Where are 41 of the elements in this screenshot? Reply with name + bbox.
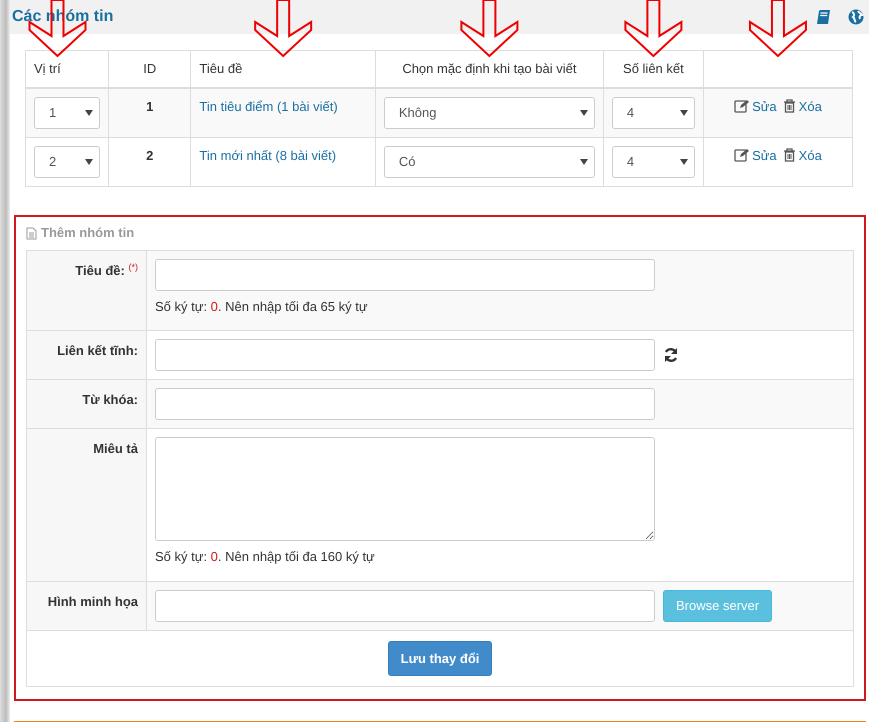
save-button[interactable]: Lưu thay đổi <box>388 640 492 676</box>
book-icon[interactable] <box>816 9 832 25</box>
field-label: Liên kết tĩnh: <box>57 343 138 358</box>
default-select[interactable]: Có <box>384 146 595 178</box>
links-select[interactable]: 4 <box>612 146 695 178</box>
caret-icon <box>680 158 688 164</box>
text-area[interactable] <box>155 437 655 541</box>
refresh-icon[interactable] <box>663 347 679 363</box>
table-cell: 2 <box>108 137 191 186</box>
form-title: Thêm nhóm tin <box>41 224 134 242</box>
caret-icon <box>85 158 93 164</box>
input-field[interactable] <box>155 258 655 290</box>
caret-icon <box>580 158 588 164</box>
globe-icon[interactable] <box>848 9 864 25</box>
caret-icon <box>580 110 588 116</box>
trash-icon <box>782 99 796 114</box>
document-icon <box>26 226 37 240</box>
field-label: Tiêu đề: <box>75 262 125 278</box>
input-field[interactable] <box>155 388 655 420</box>
delete-link[interactable]: Xóa <box>782 146 822 165</box>
caret-icon <box>85 110 93 116</box>
trash-icon <box>782 148 796 162</box>
position-select[interactable]: 2 <box>34 146 100 178</box>
input-field[interactable] <box>155 590 655 622</box>
edit-icon <box>734 148 750 162</box>
edit-link[interactable]: Sửa <box>734 96 777 116</box>
character-count-hint: Số ký tự: 0. Nên nhập tối đa 65 ký tự <box>155 298 369 316</box>
edit-link[interactable]: Sửa <box>734 146 777 165</box>
table-cell: 1 <box>108 88 191 137</box>
caret-icon <box>680 110 688 116</box>
delete-link[interactable]: Xóa <box>782 96 822 116</box>
links-select[interactable]: 4 <box>612 96 695 128</box>
required-mark: (*) <box>128 262 138 272</box>
position-select[interactable]: 1 <box>34 96 100 128</box>
edit-icon <box>734 99 750 114</box>
field-label: Từ khóa: <box>82 392 138 407</box>
default-select[interactable]: Không <box>384 96 595 128</box>
field-label: Hình minh họa <box>48 594 138 608</box>
character-count-hint: Số ký tự: 0. Nên nhập tối đa 160 ký tự <box>155 548 376 566</box>
input-field[interactable] <box>155 339 655 371</box>
field-label: Miêu tả <box>93 441 138 456</box>
